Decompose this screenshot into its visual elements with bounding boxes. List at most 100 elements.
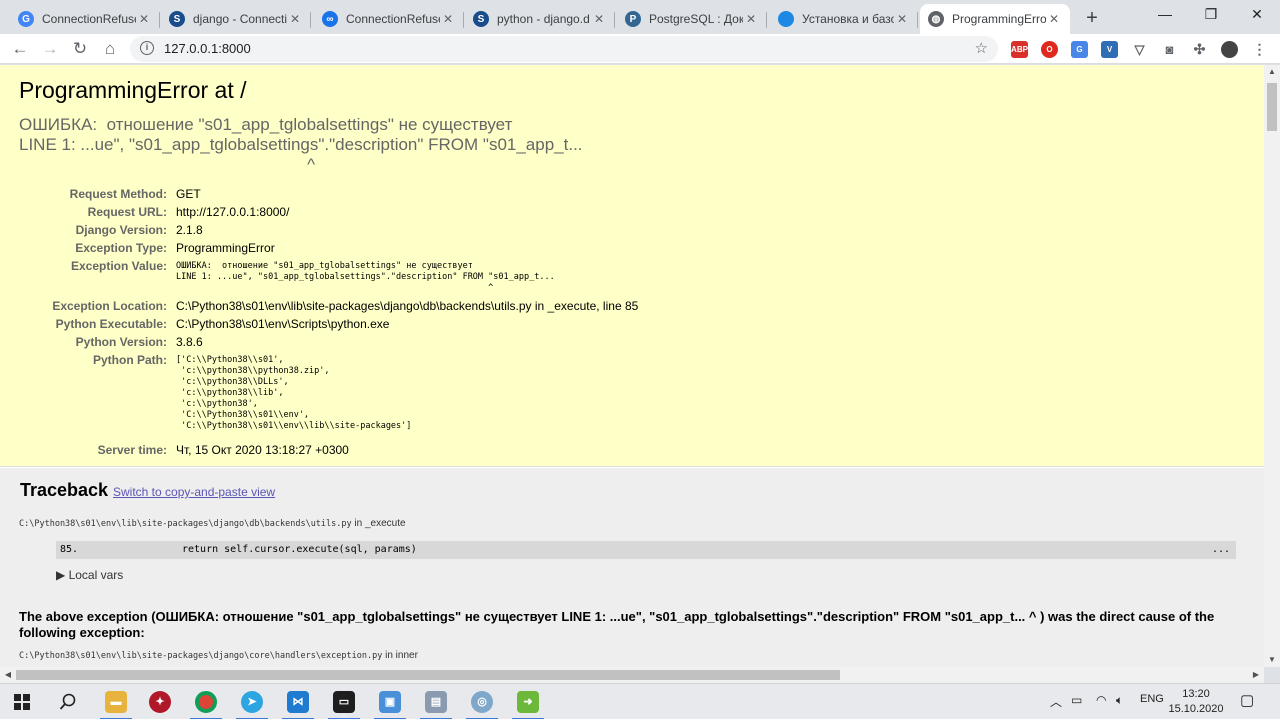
start-button[interactable]	[0, 684, 44, 719]
tab-close-icon[interactable]: ✕	[440, 12, 456, 26]
address-bar[interactable]: i 127.0.0.1:8000 ☆	[130, 36, 998, 62]
extensions-puzzle-icon[interactable]: ✣	[1191, 41, 1208, 58]
extension-triangle-icon[interactable]: ▽	[1131, 41, 1148, 58]
tab-close-icon[interactable]: ✕	[894, 12, 910, 26]
scroll-up-arrow-icon[interactable]: ▲	[1264, 65, 1280, 79]
horizontal-scroll-thumb[interactable]	[16, 670, 840, 680]
taskbar-chrome[interactable]	[184, 684, 228, 719]
battery-icon[interactable]: ▭	[1071, 693, 1082, 707]
meta-key: Request URL:	[87, 205, 167, 219]
tab-separator	[614, 12, 615, 28]
expand-context-dots[interactable]: ...	[1212, 541, 1230, 559]
tab-close-icon[interactable]: ✕	[136, 12, 152, 26]
reload-icon[interactable]: ↻	[68, 37, 92, 61]
meta-key: Python Version:	[75, 335, 167, 349]
context-line[interactable]: 85. return self.cursor.execute(sql, para…	[56, 541, 1236, 559]
url-text[interactable]: 127.0.0.1:8000	[164, 41, 251, 56]
translate-icon[interactable]: G	[1071, 41, 1088, 58]
terminal-icon: ▭	[333, 691, 355, 713]
meta-key: Python Path:	[93, 353, 167, 367]
meta-value: C:\Python38\s01\env\Scripts\python.exe	[176, 317, 390, 331]
profile-avatar[interactable]	[1221, 41, 1238, 58]
google-icon: G	[18, 11, 34, 27]
volume-muted-icon[interactable]: 🔈︎	[1116, 693, 1123, 708]
site-info-icon[interactable]: i	[140, 41, 154, 55]
tab-close-icon[interactable]: ✕	[287, 12, 303, 26]
postgresql-icon: P	[625, 11, 641, 27]
tab-separator	[310, 12, 311, 28]
notifications-icon[interactable]: ▢	[1240, 691, 1254, 709]
browser-tab[interactable]: Sdjango - Connectio ✕	[161, 4, 311, 34]
tab-close-icon[interactable]: ✕	[591, 12, 607, 26]
error-summary: ProgrammingError at / ОШИБКА: отношение …	[0, 65, 1264, 467]
tab-title: ConnectionRefuse	[346, 12, 440, 26]
traceback-heading: Traceback	[20, 480, 109, 500]
browser-tab[interactable]: Spython - django.d ✕	[465, 4, 615, 34]
meta-value: ['C:\\Python38\\s01', 'c:\\python38\\pyt…	[176, 355, 412, 431]
source-code: return self.cursor.execute(sql, params)	[182, 544, 417, 555]
vertical-scroll-thumb[interactable]	[1267, 83, 1277, 131]
window-app-icon: ▣	[379, 691, 401, 713]
clock-date: 15.10.2020	[1168, 703, 1224, 715]
meta-key: Python Executable:	[55, 317, 167, 331]
camera-icon[interactable]: ◙	[1161, 41, 1178, 58]
vertical-scrollbar[interactable]: ▲ ▼	[1264, 65, 1280, 667]
wifi-icon[interactable]: ◠	[1096, 693, 1106, 707]
switch-view-link[interactable]: Switch to copy-and-paste view	[113, 485, 275, 499]
page-icon	[778, 11, 794, 27]
menu-kebab-icon[interactable]: ⋮	[1251, 41, 1268, 58]
horizontal-scrollbar[interactable]: ◀ ▶	[0, 667, 1264, 683]
taskbar-telegram[interactable]: ➤	[230, 684, 274, 719]
meta-value: GET	[176, 187, 201, 201]
back-icon[interactable]: ←	[8, 37, 32, 61]
scroll-right-arrow-icon[interactable]: ▶	[1248, 667, 1264, 683]
taskbar-app-window[interactable]: ▣	[368, 684, 412, 719]
browser-tab[interactable]: ◍ ProgrammingError ✕	[920, 4, 1070, 34]
taskbar-app-network[interactable]: ◎	[460, 684, 504, 719]
scroll-left-arrow-icon[interactable]: ◀	[0, 667, 16, 683]
maximize-button[interactable]: ❐	[1188, 0, 1234, 30]
language-indicator[interactable]: ENG	[1140, 693, 1164, 705]
extension-v-icon[interactable]: V	[1101, 41, 1118, 58]
minimize-button[interactable]: —	[1142, 0, 1188, 30]
frame-file-path-2: C:\Python38\s01\env\lib\site-packages\dj…	[19, 650, 418, 661]
browser-tab[interactable]: P PostgreSQL : Доку ✕	[617, 4, 767, 34]
home-icon[interactable]: ⌂	[98, 37, 122, 61]
page-title: ProgrammingError at /	[19, 77, 247, 103]
new-tab-button[interactable]: +	[1080, 6, 1104, 30]
search-button[interactable]	[46, 684, 90, 719]
meta-value: 3.8.6	[176, 335, 203, 349]
taskbar-explorer[interactable]: ▬	[94, 684, 138, 719]
frame-file-code-2: C:\Python38\s01\env\lib\site-packages\dj…	[19, 651, 383, 661]
meta-key: Exception Location:	[52, 299, 167, 313]
taskbar-app-images[interactable]: ▤	[414, 684, 458, 719]
meta-key: Exception Value:	[70, 259, 167, 273]
tab-title: django - Connectio	[193, 12, 287, 26]
browser-tab[interactable]: ∞ ConnectionRefuse ✕	[314, 4, 464, 34]
taskbar-terminal[interactable]: ▭	[322, 684, 366, 719]
close-window-button[interactable]: ✕	[1234, 0, 1280, 30]
show-hidden-icons-chevron-icon[interactable]: ︿	[1050, 693, 1062, 710]
link-icon: ∞	[322, 11, 338, 27]
adblock-icon[interactable]: ABP	[1011, 41, 1028, 58]
forward-icon[interactable]: →	[38, 37, 62, 61]
meta-key: Django Version:	[75, 223, 167, 237]
tab-close-icon[interactable]: ✕	[1046, 12, 1062, 26]
red-app-icon: ✦	[149, 691, 171, 713]
chrome-icon	[195, 691, 217, 713]
opera-extension-icon[interactable]: O	[1041, 41, 1058, 58]
taskbar-app-green[interactable]: ➜	[506, 684, 550, 719]
bookmark-star-icon[interactable]: ☆	[975, 39, 988, 57]
scroll-down-arrow-icon[interactable]: ▼	[1264, 653, 1280, 667]
system-clock[interactable]: 13:20 15.10.2020	[1164, 687, 1228, 717]
taskbar-vscode[interactable]: ⋈	[276, 684, 320, 719]
browser-tab[interactable]: Установка и базо ✕	[770, 4, 918, 34]
browser-tab[interactable]: G ConnectionRefuse ✕	[10, 4, 160, 34]
tab-title: PostgreSQL : Доку	[649, 12, 743, 26]
taskbar-app-red[interactable]: ✦	[138, 684, 182, 719]
line-number: 85.	[60, 544, 79, 555]
tab-close-icon[interactable]: ✕	[743, 12, 759, 26]
local-vars-toggle[interactable]: ▶ Local vars	[56, 568, 123, 582]
frame-function-2: in inner	[382, 650, 418, 661]
network-app-icon: ◎	[471, 691, 493, 713]
